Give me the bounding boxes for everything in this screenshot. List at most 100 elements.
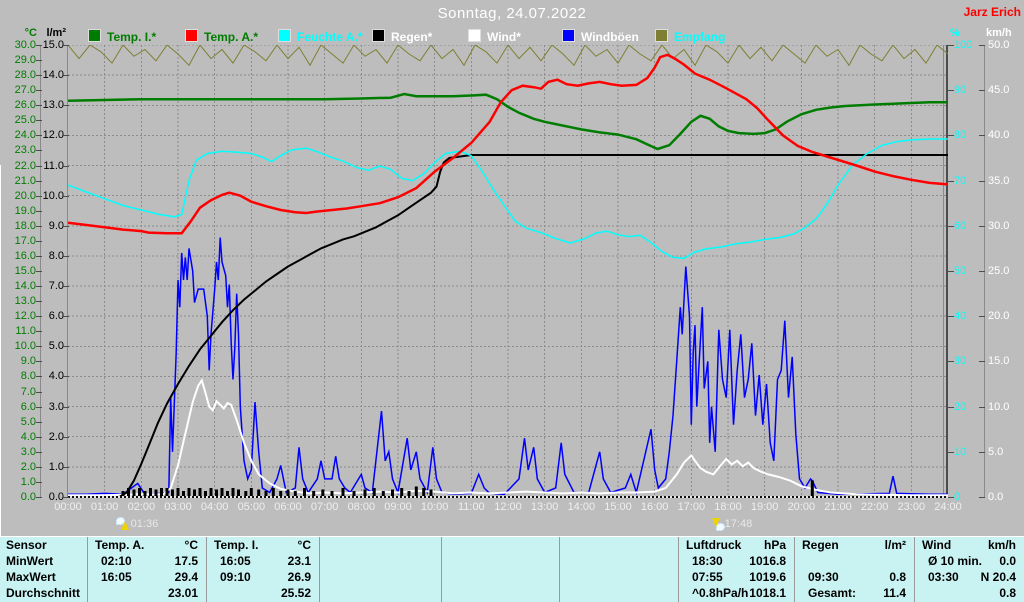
y-axis-tick [36,240,42,242]
y-axis-tick [979,271,985,272]
y-axis-label-temp: 15.0 [14,265,36,277]
y-axis-tick [979,406,985,408]
y-axis-tick [948,180,954,182]
y-axis-tick [979,135,985,137]
y-axis-tick [979,361,985,363]
y-axis-label-rain: 11.0 [43,159,64,172]
y-axis-tick [948,316,954,318]
legend-swatch-icon [372,29,385,42]
x-axis-label: 14:00 [567,501,596,513]
sunrise-arrow-icon [115,517,130,531]
weather-station-chart-page: Sonntag, 24.07.2022 Jarz Erich °C l/m² %… [0,0,1024,602]
y-axis-label-rain: 5.0 [48,340,64,353]
y-axis-tick [948,271,954,272]
x-axis-label: 07:00 [310,501,339,513]
marker-time-label: 01:36 [130,518,159,530]
y-axis-label-temp: 21.0 [14,174,36,187]
x-axis-label: 16:00 [640,501,669,513]
y-axis-label-hum: 10 [954,445,967,458]
y-axis-tick [36,301,42,303]
y-axis-label-wind: 20.0 [988,310,1010,323]
y-axis-label-hum: 40 [954,310,967,323]
table-avg-value: 1018.1 [749,586,786,600]
y-axis-tick [36,421,42,423]
y-axis-tick [62,316,69,318]
table-avg-value: 0.8 [999,586,1016,600]
table-column-divider [559,537,560,602]
legend-swatch-icon [278,29,291,42]
y-axis-label-rain: 13.0 [42,99,64,112]
table-column-divider [319,537,320,602]
y-axis-tick [62,406,69,408]
y-axis-tick [979,90,985,92]
table-avg-value: 23.01 [167,586,198,600]
y-axis-tick [979,316,985,318]
y-axis-label-rain: 10.0 [42,189,64,202]
y-axis-tick [979,180,985,182]
y-axis-label-rain: 12.0 [42,129,64,142]
y-axis-label-hum: 60 [954,219,967,232]
y-axis-tick [948,497,954,498]
table-row-label: MaxWert [6,570,56,584]
y-axis-tick [948,90,954,92]
y-axis-tick [62,135,69,137]
gridlines [68,45,948,497]
table-max-value: 1019.6 [749,570,786,584]
table-sensor-unit: °C [297,538,311,552]
x-axis-label: 00:00 [54,501,82,513]
rain-intensity-ticks [121,480,814,497]
legend-item-label: Temp. A.* [204,30,259,44]
y-axis-label-wind: 10.0 [988,400,1010,413]
y-axis-tick [979,225,985,227]
y-axis-tick [62,195,69,197]
y-axis-tick [36,150,42,152]
table-max-value: N 20.4 [980,570,1016,584]
y-axis-tick [36,331,42,333]
x-axis-label: 15:00 [604,501,632,513]
y-axis-label-rain: 6.0 [48,310,64,323]
x-axis-label: 10:00 [420,501,449,513]
y-axis-label-temp: 11.0 [15,325,36,338]
x-axis-label: 06:00 [274,501,302,513]
legend-item-label: Regen* [391,30,433,44]
y-axis-tick [62,466,69,468]
x-axis-label: 17:00 [677,501,706,513]
y-axis-tick [36,120,42,122]
y-axis-tick [948,225,954,227]
table-max-value: 29.4 [174,570,198,584]
x-axis-label: 22:00 [860,501,889,513]
y-axis-label-wind: 15.0 [988,355,1010,368]
table-min-value: 0.0 [999,554,1016,568]
table-column-divider [441,537,442,602]
x-axis-label: 18:00 [714,501,742,513]
y-axis-tick [62,45,69,46]
table-min-value: 1016.8 [749,554,786,568]
y-axis-tick [948,361,954,363]
window-edge-highlight [0,165,1,537]
table-sensor-unit: °C [184,538,198,552]
table-sensor-unit: hPa [763,538,786,552]
table-avg-value: 11.4 [883,586,906,600]
x-axis-label: 02:00 [127,501,156,513]
x-axis-label: 01:00 [90,501,119,513]
x-axis-label: 20:00 [787,501,816,513]
y-axis-tick [36,180,42,182]
y-axis-label-hum: 90 [954,84,967,97]
y-axis-tick [36,391,42,393]
x-axis-label: 12:00 [494,501,522,513]
y-axis-tick [979,451,985,453]
y-axis-tick [62,497,69,498]
legend-swatch-icon [88,29,101,42]
y-axis-tick [36,210,42,212]
x-axis-label: 21:00 [824,501,852,513]
y-axis-tick [62,376,69,378]
y-axis-label-wind: 5.0 [988,445,1004,458]
axis-unit-windspeed: km/h [986,27,1012,39]
x-axis-label: 19:00 [750,501,779,513]
y-axis-label-hum: 30 [954,355,967,368]
legend-swatch-icon [185,29,198,42]
y-axis-label-wind: 50.0 [988,39,1010,51]
y-axis-label-temp: 13.0 [14,295,36,308]
y-axis-tick [36,90,42,92]
table-min-value: 17.5 [174,554,198,568]
